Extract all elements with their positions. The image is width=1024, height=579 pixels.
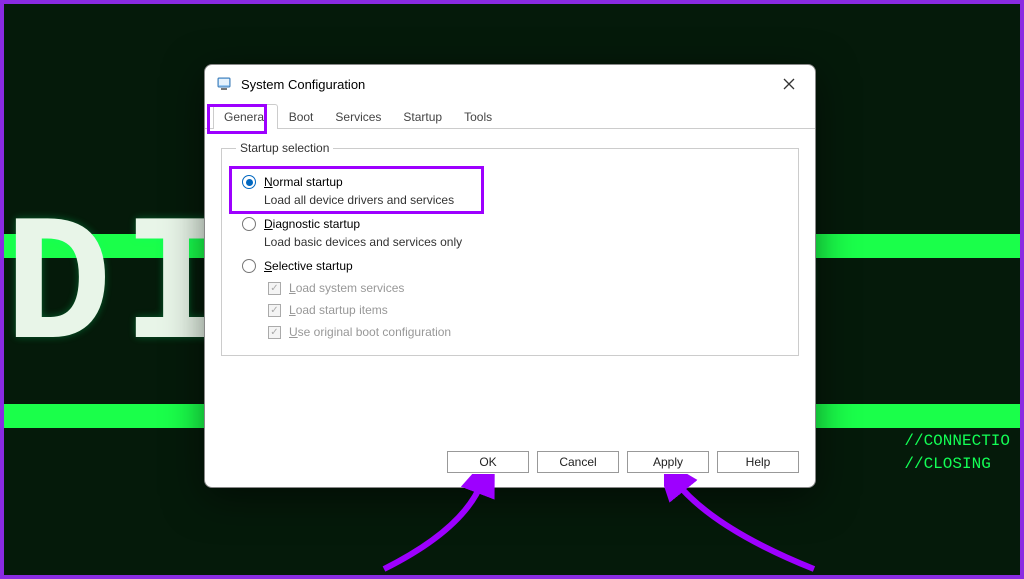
radio-label: Selective startup (264, 259, 353, 273)
tab-services[interactable]: Services (324, 104, 392, 129)
system-configuration-dialog: System Configuration General Boot Servic… (204, 64, 816, 488)
help-button[interactable]: Help (717, 451, 799, 473)
tab-content: Startup selection Normal startup Load al… (205, 129, 815, 441)
checkbox-use-original-boot: Use original boot configuration (268, 325, 784, 339)
radio-label: Diagnostic startup (264, 217, 360, 231)
checkbox-load-startup-items: Load startup items (268, 303, 784, 317)
system-icon (217, 76, 233, 92)
option-normal-startup: Normal startup Load all device drivers a… (242, 175, 784, 207)
checkbox-icon (268, 304, 281, 317)
tab-tools[interactable]: Tools (453, 104, 503, 129)
group-label: Startup selection (236, 141, 333, 155)
radio-icon (242, 259, 256, 273)
dialog-buttons: OK Cancel Apply Help (205, 441, 815, 487)
terminal-lines: //CONNECTIO //CLOSING (904, 430, 1010, 475)
radio-diagnostic-startup[interactable]: Diagnostic startup (242, 217, 784, 231)
cancel-button[interactable]: Cancel (537, 451, 619, 473)
tabs: General Boot Services Startup Tools (205, 103, 815, 129)
radio-icon (242, 175, 256, 189)
checkbox-load-system-services: Load system services (268, 281, 784, 295)
checkbox-icon (268, 282, 281, 295)
close-button[interactable] (775, 70, 803, 98)
startup-selection-group: Startup selection Normal startup Load al… (221, 141, 799, 356)
radio-label: Normal startup (264, 175, 343, 189)
checkbox-icon (268, 326, 281, 339)
radio-selective-startup[interactable]: Selective startup (242, 259, 784, 273)
apply-button[interactable]: Apply (627, 451, 709, 473)
tab-general[interactable]: General (213, 104, 278, 129)
option-desc: Load all device drivers and services (264, 193, 784, 207)
radio-icon (242, 217, 256, 231)
titlebar[interactable]: System Configuration (205, 65, 815, 103)
window-title: System Configuration (241, 77, 767, 92)
close-icon (783, 78, 795, 90)
option-selective-startup: Selective startup Load system services L… (242, 259, 784, 339)
radio-normal-startup[interactable]: Normal startup (242, 175, 784, 189)
ok-button[interactable]: OK (447, 451, 529, 473)
option-desc: Load basic devices and services only (264, 235, 784, 249)
option-diagnostic-startup: Diagnostic startup Load basic devices an… (242, 217, 784, 249)
tab-startup[interactable]: Startup (392, 104, 453, 129)
tab-boot[interactable]: Boot (278, 104, 325, 129)
